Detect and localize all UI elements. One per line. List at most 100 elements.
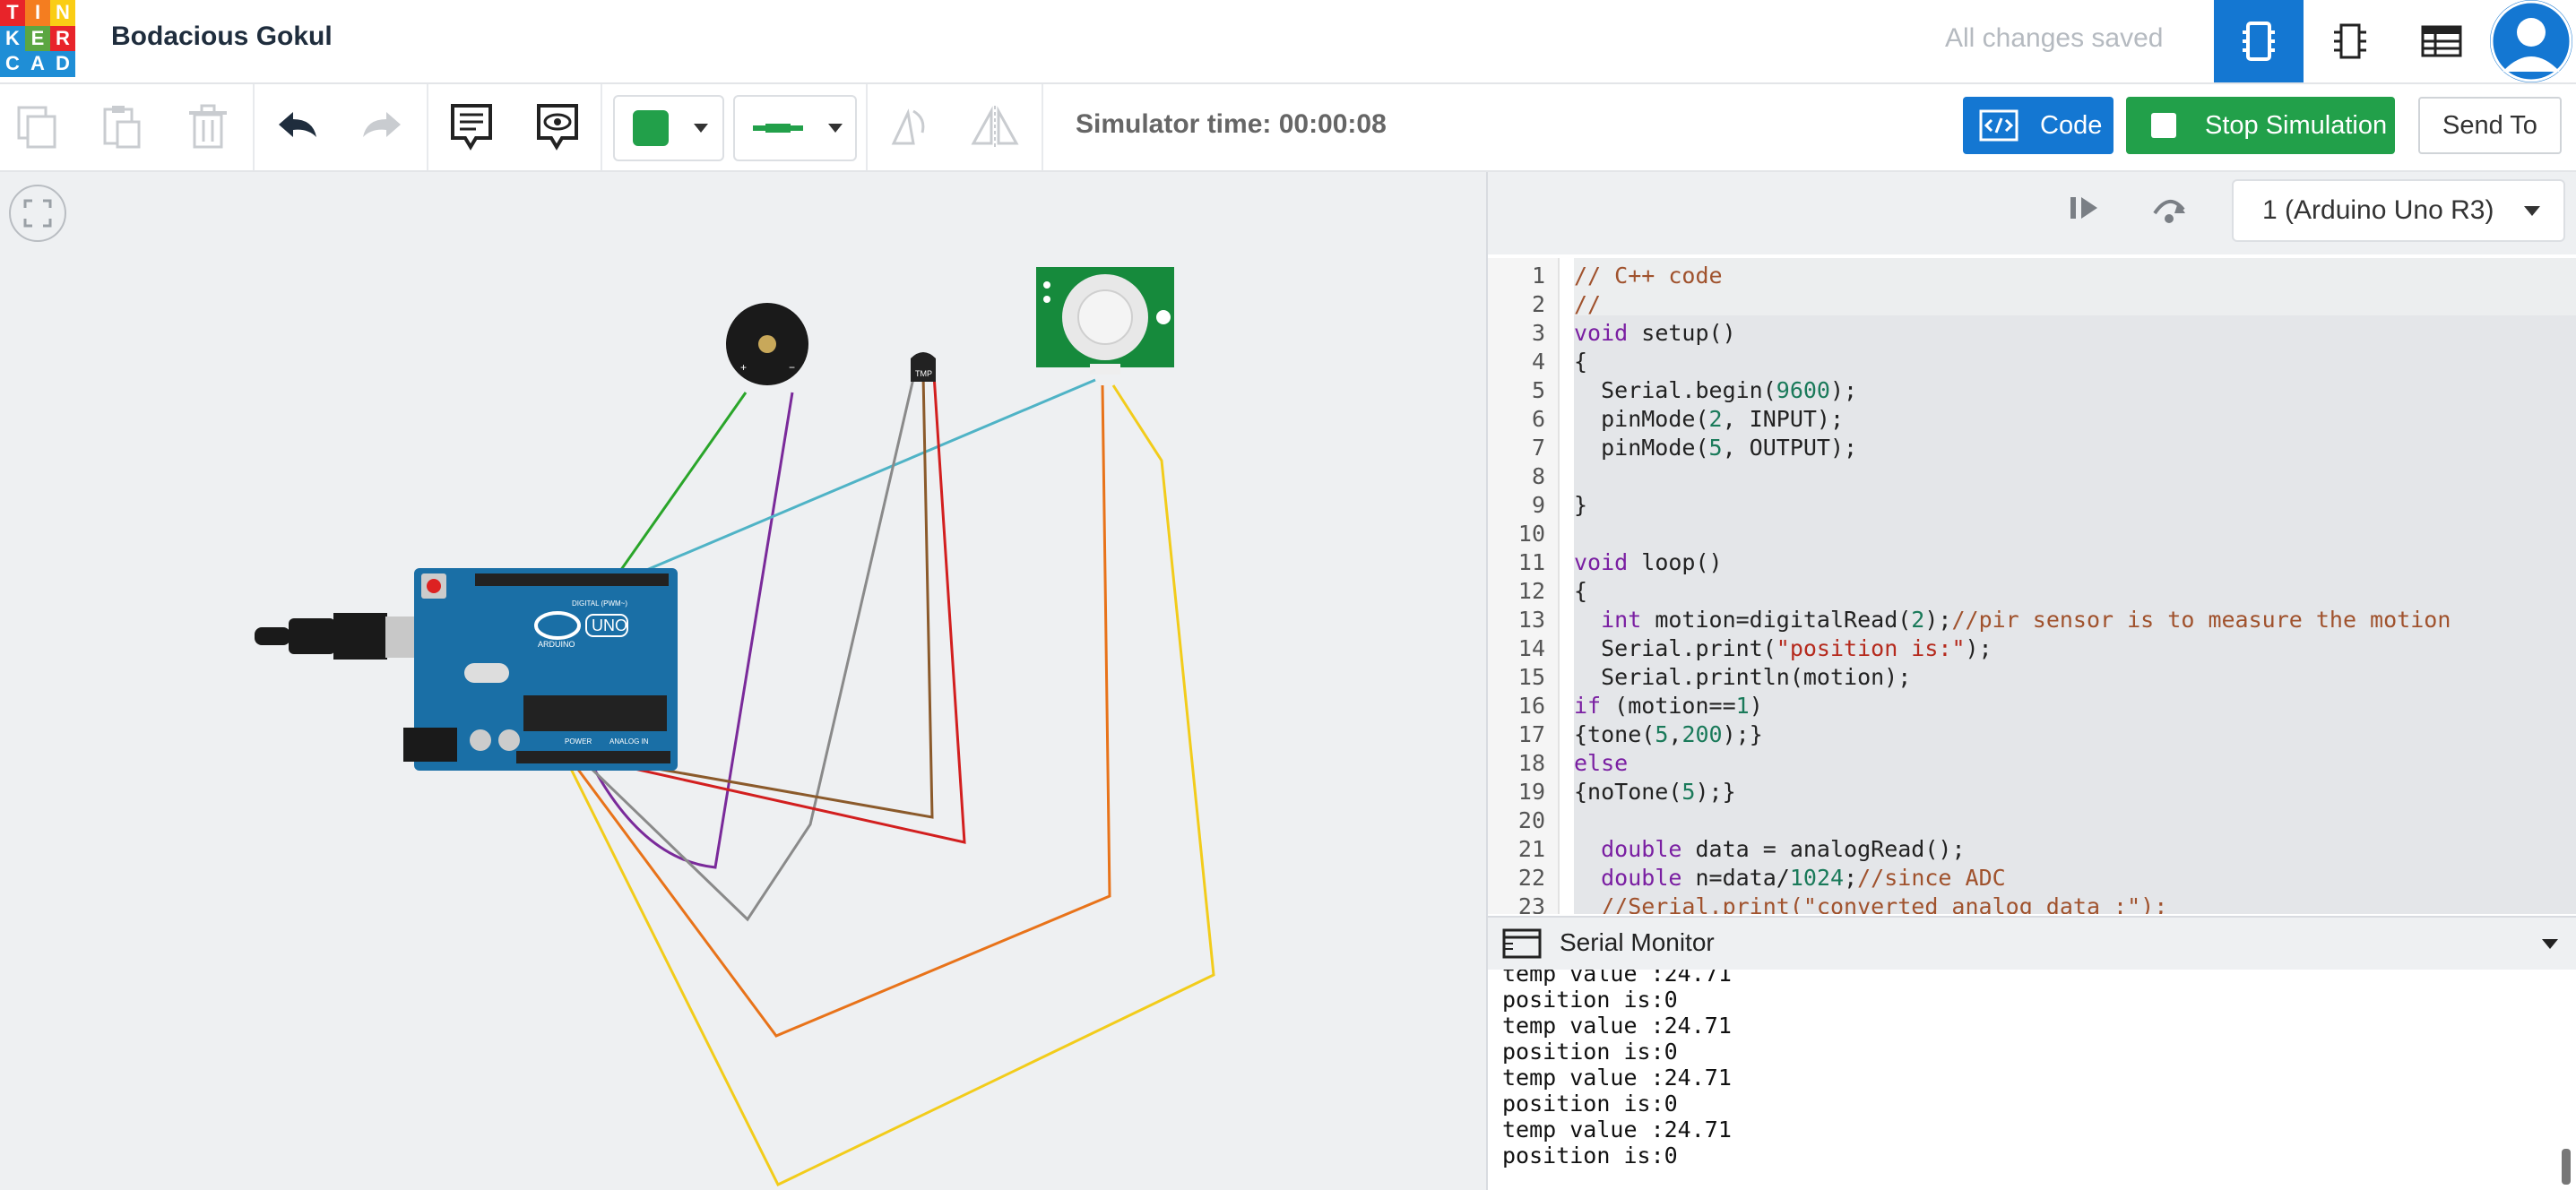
copy-button[interactable] [11,99,65,154]
circuit-drawing: + − TMP UNO ARDUINO DIGITAL (PWM~) POWER… [255,267,1215,1186]
undo-button[interactable] [271,99,324,154]
code-line[interactable]: pinMode(2, INPUT); [1574,405,1844,434]
code-line[interactable]: {noTone(5);} [1574,778,1736,806]
code-body[interactable]: // C++ code//void setup(){ Serial.begin(… [1574,258,2576,914]
serial-monitor-scrollbar[interactable] [2562,1149,2571,1185]
serial-output-line: temp value :24.71 [1502,1065,1732,1091]
editor-toolbar: Simulator time: 00:00:08 Code Stop Simul… [0,84,2576,172]
code-line[interactable]: int motion=digitalRead(2);//pir sensor i… [1574,606,2451,634]
code-line[interactable]: {tone(5,200);} [1574,720,1763,749]
serial-output-line: position is:0 [1502,1143,1678,1168]
delete-button[interactable] [181,99,235,154]
line-number: 4 [1531,349,1545,375]
notes-button[interactable] [445,99,498,154]
code-line[interactable]: { [1574,577,1587,606]
code-button[interactable]: Code [1963,97,2114,154]
line-number: 7 [1531,435,1545,461]
arduino-board: UNO ARDUINO DIGITAL (PWM~) POWER ANALOG … [403,568,678,771]
chevron-down-icon[interactable] [2542,939,2558,949]
code-line[interactable]: // [1574,290,1601,319]
line-number: 20 [1517,807,1545,833]
rotate-button[interactable] [882,99,936,154]
line-number: 8 [1531,463,1545,489]
svg-text:+: + [740,361,747,374]
code-line[interactable]: Serial.begin(9600); [1574,376,1857,405]
schematic-view-button[interactable] [2305,0,2395,82]
redo-icon [363,112,401,137]
code-line[interactable]: else [1574,749,1628,778]
temperature-sensor: TMP [911,352,936,382]
redo-button[interactable] [355,99,409,154]
serial-monitor-output[interactable]: temp value :24.71 position is:0 temp value… [1488,970,2576,1190]
line-number: 13 [1517,607,1545,633]
line-number: 21 [1517,836,1545,862]
code-toolbar: 1 (Arduino Uno R3) [1488,172,2576,254]
usb-cable [255,613,434,660]
board-brand: ARDUINO [538,640,575,649]
code-line[interactable]: void setup() [1574,319,1736,348]
code-line[interactable]: { [1574,348,1587,376]
code-line[interactable]: // C++ code [1574,262,1723,290]
piezo-buzzer: + − [726,303,808,385]
user-avatar[interactable] [2490,0,2572,82]
line-number: 23 [1517,893,1545,914]
code-line[interactable]: //Serial.print("converted analog data :"… [1574,892,2167,914]
send-to-button[interactable]: Send To [2418,97,2562,154]
device-select-value: 1 (Arduino Uno R3) [2262,195,2494,225]
line-number: 15 [1517,664,1545,690]
rotate-icon [891,108,925,145]
logo-letter: A [25,51,50,77]
line-number: 12 [1517,578,1545,604]
logo-letter: I [25,0,50,26]
tinkercad-logo[interactable]: TINKERCAD [0,0,75,77]
eye-note-icon [537,104,578,151]
paste-button[interactable] [95,99,149,154]
logo-letter: K [0,25,25,52]
digital-label: DIGITAL (PWM~) [572,599,627,608]
logo-letter: C [0,51,25,77]
code-editor[interactable]: 1 2 3 4 5 6 7 8 9 10 11 12 13 14 15 16 17 18 19 20 21 22 23 //… [1488,258,2576,914]
serial-output-line: position is:0 [1502,1091,1678,1117]
component-list-icon [2421,25,2462,57]
logo-letter: D [50,51,75,77]
code-line[interactable]: Serial.println(motion); [1574,663,1911,692]
debug-button[interactable] [2148,190,2192,229]
trash-icon [189,104,227,149]
line-number: 1 [1531,263,1545,289]
code-line[interactable]: Serial.print("position is:"); [1574,634,1993,663]
power-label: POWER [565,737,592,746]
line-number: 5 [1531,377,1545,403]
code-line[interactable]: void loop() [1574,548,1723,577]
project-title[interactable]: Bodacious Gokul [111,22,333,52]
schematic-view-icon [2334,23,2366,59]
code-line[interactable]: double n=data/1024;//since ADC [1574,864,2006,892]
circuit-view-button[interactable] [2214,0,2304,82]
logo-letter: N [50,0,75,26]
device-select[interactable]: 1 (Arduino Uno R3) [2232,179,2565,242]
copy-icon [17,106,56,149]
line-number: 10 [1517,521,1545,547]
sensor-label: TMP [915,369,932,378]
step-button[interactable] [2067,190,2106,229]
wire-type-icon [753,124,803,133]
circuit-canvas[interactable]: + − TMP UNO ARDUINO DIGITAL (PWM~) POWER… [0,172,1484,1190]
serial-output-line: temp value :24.71 [1502,1013,1732,1039]
line-number: 16 [1517,693,1545,719]
stop-simulation-button[interactable]: Stop Simulation [2126,97,2395,154]
chevron-down-icon [828,124,843,133]
stop-icon [2151,113,2176,138]
wire-green [617,392,748,574]
wire-color-dropdown[interactable] [613,95,724,161]
code-line[interactable]: } [1574,491,1587,520]
toolbar-separator [601,84,602,170]
flip-button[interactable] [968,99,1022,154]
code-line[interactable]: pinMode(5, OUTPUT); [1574,434,1857,462]
code-line[interactable]: double data = analogRead(); [1574,835,1965,864]
notes-visibility-button[interactable] [531,99,584,154]
serial-monitor-header[interactable]: Serial Monitor [1488,916,2576,971]
wire-type-dropdown[interactable] [733,95,857,161]
component-list-button[interactable] [2397,0,2486,82]
paste-icon [103,106,141,149]
code-line[interactable]: if (motion==1) [1574,692,1763,720]
serial-monitor-title: Serial Monitor [1560,928,1715,956]
